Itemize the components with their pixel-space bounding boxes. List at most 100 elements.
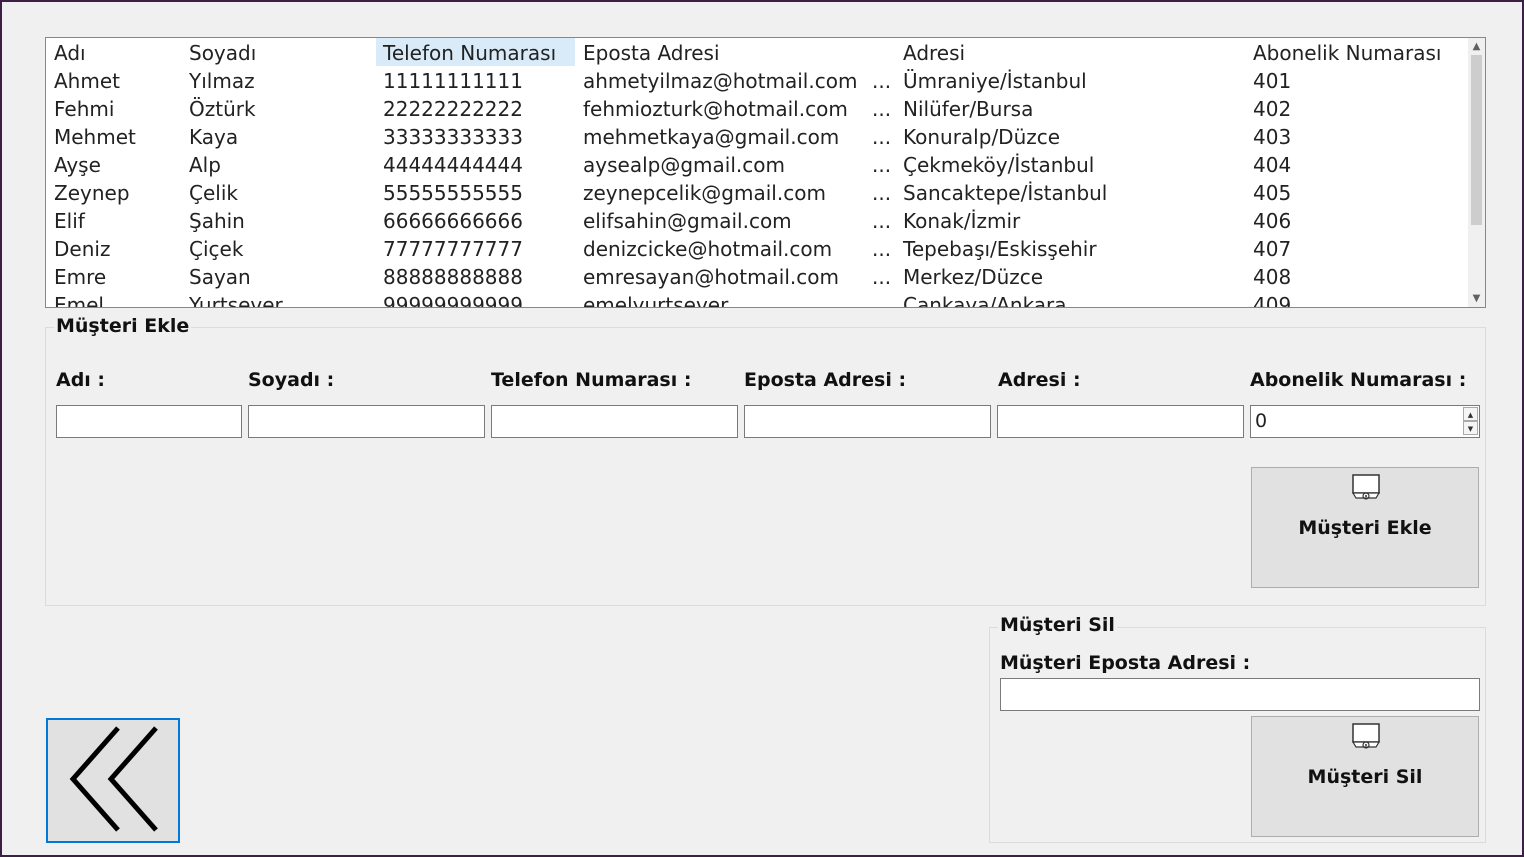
subscription-label: Abonelik Numarası : <box>1250 369 1467 391</box>
cell-email: emresayan@hotmail.com <box>583 265 839 289</box>
back-button[interactable] <box>46 718 180 843</box>
cell-first-name: Emre <box>54 265 107 289</box>
table-row[interactable]: Ayşe Alp 44444444444 aysealp@gmail.com... Çe… <box>46 150 1485 178</box>
cell-email: elifsahin@gmail.com <box>583 209 792 233</box>
cell-address: Çekmeköy/İstanbul <box>903 153 1095 177</box>
stepper-buttons: ▲ ▼ <box>1463 407 1478 436</box>
table-row[interactable]: Emre Sayan 88888888888 emresayan@hotmail.co… <box>46 262 1485 290</box>
subscription-number-stepper[interactable]: 0 ▲ ▼ <box>1250 405 1480 438</box>
first-name-label: Adı : <box>56 369 106 391</box>
first-name-input[interactable] <box>56 405 242 438</box>
phone-label: Telefon Numarası : <box>491 369 692 391</box>
column-header-address[interactable]: Adresi <box>896 38 1245 66</box>
column-header-email[interactable]: Eposta Adresi <box>576 38 896 66</box>
scroll-thumb[interactable] <box>1471 55 1482 225</box>
stepper-down-icon[interactable]: ▼ <box>1463 421 1478 435</box>
cell-subscription: 406 <box>1253 209 1292 233</box>
cell-last-name: Alp <box>189 153 221 177</box>
cell-subscription: 404 <box>1253 153 1292 177</box>
cell-subscription: 402 <box>1253 97 1292 121</box>
cell-first-name: Deniz <box>54 237 111 261</box>
email-input[interactable] <box>744 405 991 438</box>
cell-last-name: Kaya <box>189 125 239 149</box>
scroll-up-arrow-icon[interactable]: ▲ <box>1468 38 1485 55</box>
cell-subscription: 408 <box>1253 265 1292 289</box>
column-header-subscription[interactable]: Abonelik Numarası <box>1246 38 1456 66</box>
cell-subscription: 405 <box>1253 181 1292 205</box>
cell-email: mehmetkaya@gmail.com <box>583 125 840 149</box>
cell-last-name: Yılmaz <box>189 69 255 93</box>
cell-phone: 77777777777 <box>383 237 523 261</box>
subscription-number-value: 0 <box>1255 410 1268 432</box>
cell-address: Ümraniye/İstanbul <box>903 69 1087 93</box>
table-row[interactable]: Mehmet Kaya 33333333333 mehmetkaya@gmail.co… <box>46 122 1485 150</box>
column-header-first-name[interactable]: Adı <box>47 38 181 66</box>
cell-ellipsis: ... <box>872 153 892 177</box>
cell-email: ahmetyilmaz@hotmail.com <box>583 69 858 93</box>
cell-phone: 88888888888 <box>383 265 523 289</box>
cell-first-name: Zeynep <box>54 181 130 205</box>
address-input[interactable] <box>997 405 1244 438</box>
table-row[interactable]: Zeynep Çelik 55555555555 zeynepcelik@gmail.… <box>46 178 1485 206</box>
delete-customer-icon <box>1351 723 1381 749</box>
cell-ellipsis: ... <box>872 181 892 205</box>
list-body: Ahmet Yılmaz 11111111111 ahmetyilmaz@hotmai… <box>46 66 1485 308</box>
delete-customer-button-label: Müşteri Sil <box>1307 766 1423 788</box>
address-label: Adresi : <box>998 369 1081 391</box>
cell-first-name: Ayşe <box>54 153 101 177</box>
cell-email: denizcicke@hotmail.com <box>583 237 833 261</box>
delete-customer-button[interactable]: Müşteri Sil <box>1251 716 1479 837</box>
cell-first-name: Elif <box>54 209 85 233</box>
table-row[interactable]: Emel Yurtsever 99999999999 emelyurtsever...… <box>46 290 1485 308</box>
table-row[interactable]: Fehmi Öztürk 22222222222 fehmiozturk@hotmai… <box>46 94 1485 122</box>
last-name-input[interactable] <box>248 405 485 438</box>
cell-phone: 55555555555 <box>383 181 523 205</box>
add-customer-button-label: Müşteri Ekle <box>1298 517 1432 539</box>
list-header: Adı Soyadı Telefon Numarası Eposta Adres… <box>46 38 1485 66</box>
column-header-phone[interactable]: Telefon Numarası <box>376 38 575 66</box>
vertical-scrollbar[interactable]: ▲ ▼ <box>1468 38 1485 307</box>
cell-last-name: Çiçek <box>189 237 244 261</box>
table-row[interactable]: Deniz Çiçek 77777777777 denizcicke@hotmail.… <box>46 234 1485 262</box>
cell-phone: 44444444444 <box>383 153 523 177</box>
cell-address: Nilüfer/Bursa <box>903 97 1034 121</box>
add-customer-group-title: Müşteri Ekle <box>54 315 192 337</box>
cell-first-name: Ahmet <box>54 69 120 93</box>
phone-input[interactable] <box>491 405 738 438</box>
scroll-down-arrow-icon[interactable]: ▼ <box>1468 290 1485 307</box>
cell-email: fehmiozturk@hotmail.com <box>583 97 848 121</box>
cell-ellipsis: ... <box>872 209 892 233</box>
cell-email: zeynepcelik@gmail.com <box>583 181 826 205</box>
cell-phone: 11111111111 <box>383 69 523 93</box>
cell-address: Konuralp/Düzce <box>903 125 1061 149</box>
cell-first-name: Mehmet <box>54 125 136 149</box>
cell-ellipsis: ... <box>872 265 892 289</box>
table-row[interactable]: Elif Şahin 66666666666 elifsahin@gmail.com.… <box>46 206 1485 234</box>
cell-ellipsis: ... <box>872 237 892 261</box>
cell-subscription: 403 <box>1253 125 1292 149</box>
delete-email-label: Müşteri Eposta Adresi : <box>1000 652 1251 674</box>
cell-phone: 99999999999 <box>383 293 523 308</box>
cell-first-name: Emel <box>54 293 104 308</box>
cell-subscription: 409 <box>1253 293 1292 308</box>
cell-email: emelyurtsever <box>583 293 729 308</box>
cell-last-name: Yurtsever <box>189 293 283 308</box>
table-row[interactable]: Ahmet Yılmaz 11111111111 ahmetyilmaz@hotmai… <box>46 66 1485 94</box>
cell-address: Tepebaşı/Eskisşehir <box>903 237 1097 261</box>
stepper-up-icon[interactable]: ▲ <box>1463 407 1478 421</box>
cell-subscription: 401 <box>1253 69 1292 93</box>
delete-email-input[interactable] <box>1000 678 1480 711</box>
cell-phone: 33333333333 <box>383 125 523 149</box>
cell-ellipsis: ... <box>872 293 892 308</box>
add-customer-button[interactable]: Müşteri Ekle <box>1251 467 1479 588</box>
cell-phone: 66666666666 <box>383 209 523 233</box>
cell-phone: 22222222222 <box>383 97 523 121</box>
cell-ellipsis: ... <box>872 97 892 121</box>
cell-address: Çankaya/Ankara <box>903 293 1067 308</box>
customer-list[interactable]: Adı Soyadı Telefon Numarası Eposta Adres… <box>45 37 1486 308</box>
column-header-last-name[interactable]: Soyadı <box>182 38 375 66</box>
email-label: Eposta Adresi : <box>744 369 907 391</box>
cell-last-name: Öztürk <box>189 97 256 121</box>
cell-ellipsis: ... <box>872 69 892 93</box>
cell-address: Merkez/Düzce <box>903 265 1044 289</box>
